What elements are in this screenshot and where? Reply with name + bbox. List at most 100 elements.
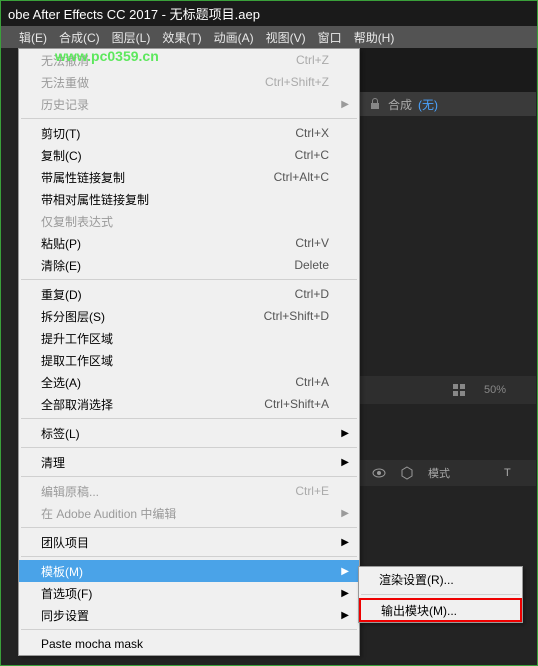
menu-item-shortcut: Ctrl+V — [295, 236, 329, 250]
submenu-item-0[interactable]: 渲染设置(R)... — [359, 567, 522, 591]
menubar-item-1[interactable]: 合成(C) — [55, 27, 104, 48]
menu-item-label: 团队项目 — [41, 534, 89, 551]
menu-item-label: 历史记录 — [41, 96, 89, 113]
comp-label: 合成 — [388, 96, 412, 113]
menu-item-shortcut: Ctrl+Shift+A — [264, 397, 329, 411]
menu-item-label: 粘贴(P) — [41, 235, 81, 252]
menu-separator — [361, 594, 520, 595]
menu-item-5[interactable]: 复制(C)Ctrl+C — [19, 144, 359, 166]
edit-menu-dropdown[interactable]: 无法撤消 Ctrl+Z 无法重做Ctrl+Shift+Z 历史记录 ▶ 剪切(T) Ctrl… — [18, 48, 360, 656]
zoom-value[interactable]: 50% — [484, 384, 506, 396]
menu-item-shortcut: Ctrl+Shift+D — [264, 309, 329, 323]
menu-item-14[interactable]: 提升工作区域 — [19, 327, 359, 349]
chevron-right-icon: ▶ — [341, 588, 349, 599]
menu-item-15[interactable]: 提取工作区域 — [19, 349, 359, 371]
menu-item-30[interactable]: 同步设置▶ — [19, 604, 359, 626]
menu-item-shortcut: Ctrl+C — [295, 148, 329, 162]
grid-icon[interactable] — [452, 383, 466, 397]
menu-item-label: 带相对属性链接复制 — [41, 191, 149, 208]
menu-item-shortcut: Ctrl+X — [295, 126, 329, 140]
menu-item-label: 标签(L) — [41, 425, 80, 442]
menu-item-label: 无法撤消 — [41, 52, 89, 69]
chevron-right-icon: ▶ — [341, 428, 349, 439]
menu-item-label: 全选(A) — [41, 374, 81, 391]
menu-item-9[interactable]: 粘贴(P) Ctrl+V — [19, 232, 359, 254]
menu-item-label: 拆分图层(S) — [41, 308, 105, 325]
menu-item-label: 在 Adobe Audition 中编辑 — [41, 505, 176, 522]
menubar-item-2[interactable]: 图层(L) — [108, 27, 155, 48]
menu-item-29[interactable]: 首选项(F) ▶ — [19, 582, 359, 604]
main-menubar[interactable]: 辑(E)合成(C)图层(L)效果(T)动画(A)视图(V)窗口帮助(H) — [0, 26, 538, 48]
menu-item-28[interactable]: 模板(M) ▶ — [19, 560, 359, 582]
chevron-right-icon: ▶ — [341, 99, 349, 110]
toolbar-dark — [360, 48, 536, 98]
footer-mode-row: 模式 T — [360, 460, 536, 486]
menu-item-13[interactable]: 拆分图层(S) Ctrl+Shift+D — [19, 305, 359, 327]
submenu-item-1[interactable]: 输出模块(M)... — [359, 598, 522, 622]
mid-status-row: 50% — [360, 376, 536, 404]
window-title: obe After Effects CC 2017 - 无标题项目.aep — [8, 7, 260, 22]
menu-item-label: 仅复制表达式 — [41, 213, 113, 230]
t-label: T — [504, 467, 511, 479]
menu-separator — [21, 476, 357, 477]
menu-item-21[interactable]: 清理 ▶ — [19, 451, 359, 473]
menu-item-0: 无法撤消 Ctrl+Z — [19, 49, 359, 71]
menubar-item-3[interactable]: 效果(T) — [158, 27, 205, 48]
mode-label: 模式 — [428, 465, 450, 481]
menu-item-label: 带属性链接复制 — [41, 169, 125, 186]
menubar-item-5[interactable]: 视图(V) — [262, 27, 310, 48]
template-submenu[interactable]: 渲染设置(R)... 输出模块(M)... — [358, 566, 523, 623]
menu-item-label: 模板(M) — [41, 563, 83, 580]
menu-item-label: 全部取消选择 — [41, 396, 113, 413]
window-titlebar: obe After Effects CC 2017 - 无标题项目.aep — [0, 0, 538, 26]
menu-separator — [21, 118, 357, 119]
menu-item-shortcut: Ctrl+E — [295, 484, 329, 498]
menu-item-shortcut: Ctrl+Alt+C — [274, 170, 329, 184]
lock-icon — [368, 97, 382, 111]
menubar-item-0[interactable]: 辑(E) — [15, 27, 51, 48]
menu-item-label: 同步设置 — [41, 607, 89, 624]
menu-item-7[interactable]: 带相对属性链接复制 — [19, 188, 359, 210]
menu-separator — [21, 629, 357, 630]
menu-item-label: 首选项(F) — [41, 585, 92, 602]
menu-separator — [21, 279, 357, 280]
menu-item-10[interactable]: 清除(E) Delete — [19, 254, 359, 276]
chevron-right-icon: ▶ — [341, 457, 349, 468]
menu-item-24: 在 Adobe Audition 中编辑 ▶ — [19, 502, 359, 524]
composition-row[interactable]: 合成 (无) — [360, 92, 536, 116]
menu-item-label: 提取工作区域 — [41, 352, 113, 369]
menu-item-label: 剪切(T) — [41, 125, 80, 142]
menu-item-23: 编辑原稿...Ctrl+E — [19, 480, 359, 502]
menu-item-shortcut: Ctrl+A — [295, 375, 329, 389]
menubar-item-6[interactable]: 窗口 — [314, 27, 346, 48]
menu-item-12[interactable]: 重复(D) Ctrl+D — [19, 283, 359, 305]
menubar-item-4[interactable]: 动画(A) — [210, 27, 258, 48]
menu-item-32[interactable]: Paste mocha mask — [19, 633, 359, 655]
chevron-right-icon: ▶ — [341, 508, 349, 519]
menu-item-label: 清理 — [41, 454, 65, 471]
menu-item-4[interactable]: 剪切(T) Ctrl+X — [19, 122, 359, 144]
menu-item-2: 历史记录 ▶ — [19, 93, 359, 115]
menu-item-26[interactable]: 团队项目 ▶ — [19, 531, 359, 553]
comp-value[interactable]: (无) — [418, 96, 438, 113]
menu-item-6[interactable]: 带属性链接复制 Ctrl+Alt+C — [19, 166, 359, 188]
menu-item-shortcut: Ctrl+Shift+Z — [265, 75, 329, 89]
cube-icon[interactable] — [400, 466, 414, 480]
menu-item-shortcut: Delete — [294, 258, 329, 272]
menu-separator — [21, 447, 357, 448]
eye-icon[interactable] — [372, 466, 386, 480]
menu-item-label: 重复(D) — [41, 286, 82, 303]
menubar-item-7[interactable]: 帮助(H) — [350, 27, 399, 48]
menu-item-shortcut: Ctrl+D — [295, 287, 329, 301]
menu-item-shortcut: Ctrl+Z — [296, 53, 329, 67]
menu-item-1: 无法重做Ctrl+Shift+Z — [19, 71, 359, 93]
menu-item-label: 清除(E) — [41, 257, 81, 274]
menu-item-17[interactable]: 全部取消选择 Ctrl+Shift+A — [19, 393, 359, 415]
menu-item-16[interactable]: 全选(A) Ctrl+A — [19, 371, 359, 393]
chevron-right-icon: ▶ — [341, 566, 349, 577]
menu-item-19[interactable]: 标签(L) ▶ — [19, 422, 359, 444]
menu-item-8: 仅复制表达式 — [19, 210, 359, 232]
menu-item-label: 提升工作区域 — [41, 330, 113, 347]
menu-separator — [21, 556, 357, 557]
chevron-right-icon: ▶ — [341, 537, 349, 548]
